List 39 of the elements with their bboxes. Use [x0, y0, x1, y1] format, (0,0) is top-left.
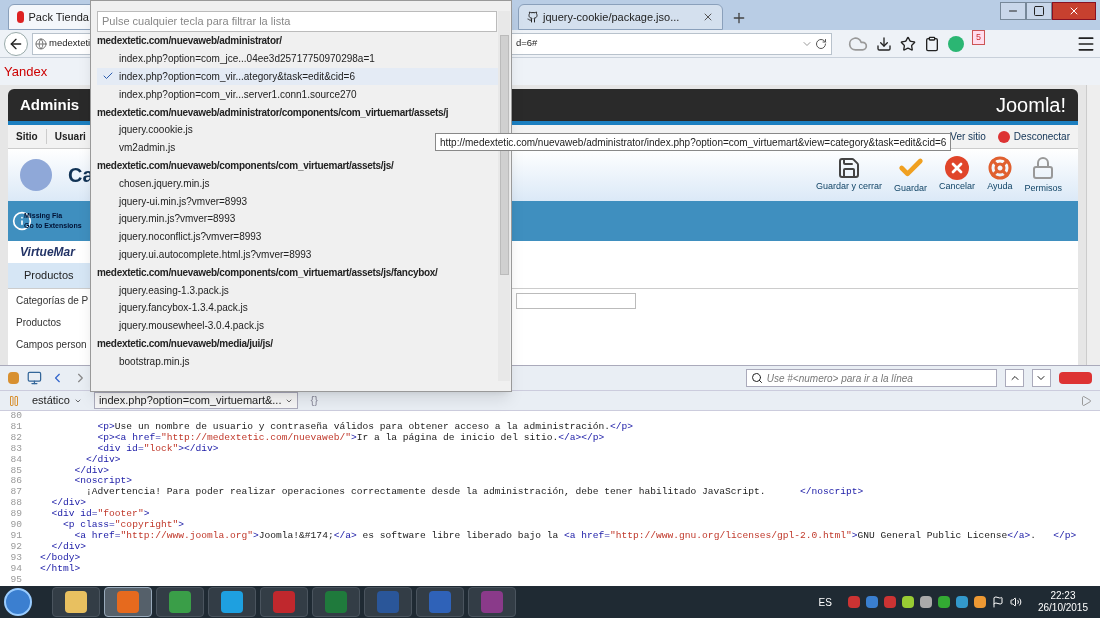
line-number: 86 [9, 476, 23, 488]
line-number: 90 [9, 520, 23, 531]
line-number: 87 [9, 487, 23, 499]
code-line: </div> [50, 498, 87, 509]
line-number: 85 [9, 465, 23, 477]
line-number: 93 [9, 552, 23, 564]
virtuemart-logo: VirtueMar [20, 244, 75, 261]
code-line: <p>Use un nombre de usuario y contraseña válidos para obtener acceso a la administración.</p> [96, 421, 633, 433]
line-number: 92 [9, 541, 23, 553]
line-number: 91 [9, 530, 23, 542]
line-number: 80 [9, 411, 23, 422]
line-number: 89 [9, 509, 23, 521]
group-header: medextetic.com/nuevaweb/components/com_virtuemart/assets/js/ [97, 158, 395, 173]
code-line: </div> [85, 454, 121, 466]
url-tooltip: http://medextetic.com/nuevaweb/administrator/index.php?option=com_virtuemart&view=category&task=edit&cid=6 [435, 133, 952, 151]
code-line: </div> [50, 541, 87, 553]
code-line: <p class="copyright"> [62, 520, 184, 531]
code-line: <noscript> [73, 476, 133, 487]
joomla-logo: Joomla! [995, 93, 1066, 118]
line-number: 95 [9, 574, 23, 586]
line-number: 83 [9, 443, 23, 455]
code-line: <p><a href="http://medextetic.com/nuevaweb/">Ir a la página de inicio del sitio.</a></p> [96, 432, 605, 444]
code-line: <div id="lock"></div> [96, 443, 219, 455]
group-header: medextetic.com/nuevaweb/media/jui/js/ [97, 336, 274, 351]
header-title: Adminis [20, 94, 80, 115]
group-header: medextetic.com/nuevaweb/administrator/components/com_virtuemart/assets/j [97, 105, 450, 120]
code-line: <a href="http://www.joomla.org">Joomla!&#174;</a> es software libre liberado bajo la <a href="http://www.gnu.org/licenses/gpl-2.0.html">GNU General Public License</a>. </p> [73, 530, 1077, 542]
code-line: <div id="footer"> [50, 509, 150, 520]
code-line: </body> [39, 552, 81, 564]
group-header: medextetic.com/nuevaweb/administrator/ [97, 34, 283, 49]
line-number: 82 [9, 432, 23, 444]
line-number: 81 [9, 421, 23, 433]
line-number: 88 [9, 498, 23, 510]
group-header: medextetic.com/nuevaweb/components/com_virtuemart/assets/js/fancybox/ [97, 265, 439, 280]
code-line: </html> [39, 563, 81, 575]
line-number: 84 [9, 454, 23, 466]
line-number: 94 [9, 563, 23, 575]
code-line: ¡Advertencia! Para poder realizar operaciones correctamente desde la administración, debe tener habilitado JavaScript. </noscript> [86, 487, 864, 499]
code-line: </div> [73, 465, 110, 476]
